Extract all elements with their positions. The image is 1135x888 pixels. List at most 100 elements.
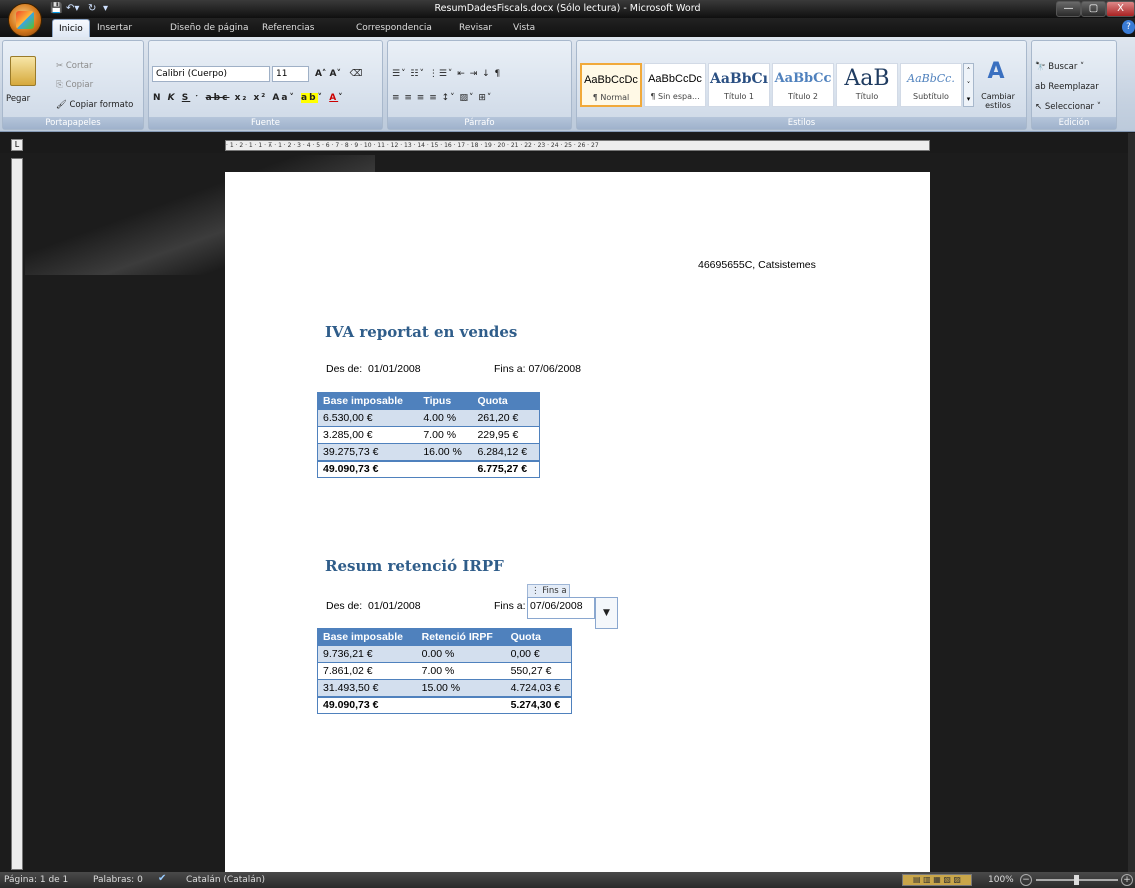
table-cell: 6.775,27 € xyxy=(472,459,540,478)
table-header: Base imposable xyxy=(317,628,417,646)
table-total-row: 49.090,73 € 5.274,30 € xyxy=(317,695,572,714)
save-icon[interactable]: 💾 xyxy=(50,2,62,16)
redo-icon[interactable]: ↻ xyxy=(88,2,96,16)
clear-format-icon[interactable]: ⌫ xyxy=(347,65,365,82)
find-button[interactable]: 🔭 Buscar ˅ xyxy=(1035,60,1084,74)
table-cell xyxy=(416,695,506,714)
table-cell: 6.284,12 € xyxy=(472,443,540,461)
table-row: 9.736,21 € 0.00 % 0,00 € xyxy=(317,645,572,663)
replace-button[interactable]: ab Reemplazar xyxy=(1035,80,1099,94)
tab-insertar[interactable]: Insertar xyxy=(91,19,138,37)
table-cell: 7.00 % xyxy=(418,426,473,444)
table-cell: 4.724,03 € xyxy=(505,679,572,697)
office-button[interactable] xyxy=(8,3,42,37)
table-cell: 39.275,73 € xyxy=(317,443,419,461)
tab-inicio[interactable]: Inicio xyxy=(52,19,90,37)
style-sin-espaciado[interactable]: AaBbCcDc ¶ Sin espa... xyxy=(644,63,706,107)
status-words[interactable]: Palabras: 0 xyxy=(93,872,143,888)
document-page[interactable] xyxy=(225,172,930,872)
change-styles-button[interactable]: Cambiar estilos xyxy=(978,92,1018,110)
style-titulo[interactable]: AaB Título xyxy=(836,63,898,107)
table-cell: 550,27 € xyxy=(505,662,572,680)
tab-vista[interactable]: Vista xyxy=(507,19,541,37)
table-cell: 0,00 € xyxy=(505,645,572,663)
table-cell xyxy=(418,459,473,478)
vertical-ruler[interactable] xyxy=(11,158,23,870)
cut-button[interactable]: ✂ Cortar xyxy=(56,59,93,73)
date-picker-dropdown-icon[interactable]: ▼ xyxy=(595,597,618,629)
minimize-button[interactable]: — xyxy=(1056,1,1081,17)
editing-group-label: Edición xyxy=(1032,117,1116,129)
table-row: 6.530,00 € 4.00 % 261,20 € xyxy=(317,409,540,427)
zoom-out-icon[interactable]: − xyxy=(1020,874,1032,886)
maximize-button[interactable]: ▢ xyxy=(1081,1,1106,17)
table-header: Tipus xyxy=(418,392,473,410)
paragraph-group-label: Párrafo xyxy=(388,117,571,129)
section1-to: Fins a: 07/06/2008 xyxy=(494,363,581,375)
table-cell: 31.493,50 € xyxy=(317,679,417,697)
status-zoom[interactable]: 100% xyxy=(988,872,1014,888)
font-size-select[interactable]: 11 xyxy=(272,66,309,82)
font-group-label: Fuente xyxy=(149,117,382,129)
select-button[interactable]: ↖ Seleccionar ˅ xyxy=(1035,100,1101,114)
tab-diseno-pagina[interactable]: Diseño de página xyxy=(164,19,255,37)
table-cell: 7.00 % xyxy=(416,662,506,680)
paste-icon[interactable] xyxy=(10,56,36,86)
copy-button[interactable]: ⎘ Copiar xyxy=(56,78,93,92)
paragraph-group: Párrafo xyxy=(387,40,572,130)
zoom-in-icon[interactable]: + xyxy=(1121,874,1133,886)
list-buttons[interactable]: ☰˅ ☷˅ ⋮☰˅ ⇤ ⇥ ↓ ¶ xyxy=(391,65,569,82)
table-header-row: Base imposable Retenció IRPF Quota xyxy=(317,628,572,646)
font-name-select[interactable]: Calibri (Cuerpo) xyxy=(152,66,270,82)
paste-button[interactable]: Pegar xyxy=(6,92,30,106)
content-control-tag[interactable]: ⋮ Fins a xyxy=(527,584,570,598)
tab-correspondencia[interactable]: Correspondencia xyxy=(350,19,438,37)
table-header: Retenció IRPF xyxy=(416,628,506,646)
qat-customize-icon[interactable]: ▾ xyxy=(103,2,108,16)
style-titulo-2[interactable]: AaBbCc Título 2 xyxy=(772,63,834,107)
alignment-buttons[interactable]: ≡ ≡ ≡ ≡ ↕˅ ▨˅ ⊞˅ xyxy=(391,89,569,106)
table-header: Quota xyxy=(472,392,540,410)
close-button[interactable]: X xyxy=(1106,1,1135,17)
tab-referencias[interactable]: Referencias xyxy=(256,19,321,37)
format-painter-button[interactable]: 🖌 Copiar formato xyxy=(56,98,133,112)
section1-title: IVA reportat en vendes xyxy=(325,323,518,341)
table-cell: 49.090,73 € xyxy=(317,459,419,478)
table-cell: 261,20 € xyxy=(472,409,540,427)
style-normal[interactable]: AaBbCcDc ¶ Normal xyxy=(580,63,642,107)
table-cell: 49.090,73 € xyxy=(317,695,417,714)
window-title: ResumDadesFiscals.docx (Sólo lectura) - … xyxy=(434,3,701,14)
styles-group-label: Estilos xyxy=(577,117,1026,129)
table-cell: 0.00 % xyxy=(416,645,506,663)
font-format-buttons[interactable]: N K S ˑ abc x₂ x² Aa˅ ab˅ A˅ xyxy=(152,89,380,106)
table-cell: 6.530,00 € xyxy=(317,409,419,427)
view-buttons[interactable]: ▤ ▥ ▦ ▧ ▨ xyxy=(902,874,972,886)
vat-table: Base imposable Tipus Quota 6.530,00 € 4.… xyxy=(317,392,540,478)
tab-revisar[interactable]: Revisar xyxy=(453,19,498,37)
table-row: 31.493,50 € 15.00 % 4.724,03 € xyxy=(317,679,572,697)
table-header-row: Base imposable Tipus Quota xyxy=(317,392,540,410)
irpf-table: Base imposable Retenció IRPF Quota 9.736… xyxy=(317,628,572,714)
status-language[interactable]: Catalán (Catalán) xyxy=(186,872,265,888)
table-row: 39.275,73 € 16.00 % 6.284,12 € xyxy=(317,443,540,461)
change-styles-icon[interactable]: A xyxy=(984,60,1008,84)
help-icon[interactable]: ? xyxy=(1122,20,1135,34)
date-picker-value[interactable]: 07/06/2008 xyxy=(530,600,583,612)
proofing-icon[interactable]: ✔ xyxy=(158,873,166,884)
table-header: Quota xyxy=(505,628,572,646)
table-header: Base imposable xyxy=(317,392,419,410)
undo-icon[interactable]: ↶▾ xyxy=(66,2,79,16)
vertical-scrollbar[interactable] xyxy=(1128,133,1135,872)
styles-scroll[interactable]: ˄ ˅ ▾ xyxy=(963,63,974,107)
status-page[interactable]: Página: 1 de 1 xyxy=(4,872,68,888)
style-subtitulo[interactable]: AaBbCc. Subtítulo xyxy=(900,63,962,107)
table-cell: 3.285,00 € xyxy=(317,426,419,444)
zoom-slider-thumb[interactable] xyxy=(1074,875,1079,885)
section2-from: Des de: 01/01/2008 xyxy=(326,600,421,612)
font-grow-shrink-buttons[interactable]: A˄ A˅ xyxy=(312,65,344,82)
style-titulo-1[interactable]: AaBbCı Título 1 xyxy=(708,63,770,107)
tab-selector[interactable]: L xyxy=(11,139,23,151)
horizontal-ruler[interactable]: · 1 · 2 · 1 · 1 · ⊼ · 1 · 2 · 3 · 4 · 5 … xyxy=(225,140,930,151)
header-id: 46695655C, Catsistemes xyxy=(698,259,816,271)
table-cell: 7.861,02 € xyxy=(317,662,417,680)
